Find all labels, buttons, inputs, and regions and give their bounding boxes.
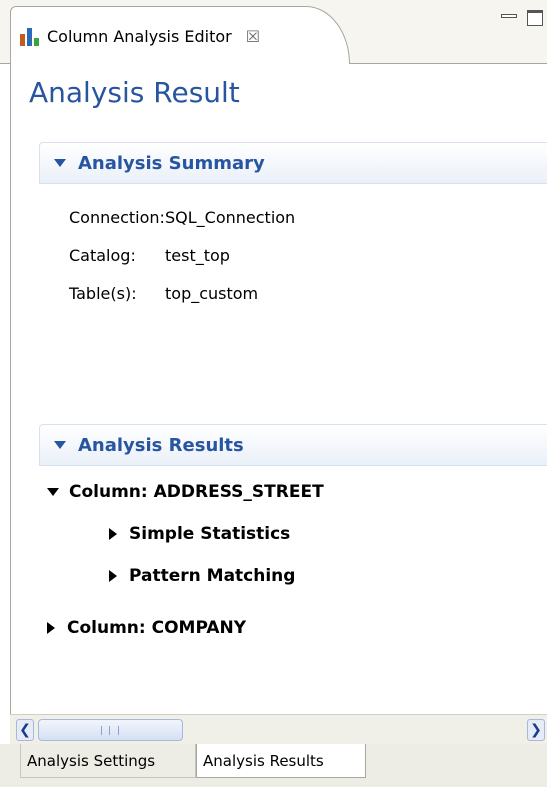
summary-key: Table(s):	[69, 283, 137, 303]
summary-key: Connection:	[69, 207, 165, 227]
bottom-tabbar: Analysis Settings Analysis Results	[0, 744, 547, 787]
tree-item-column-address-street[interactable]: Column: ADDRESS_STREET	[47, 482, 324, 502]
analysis-summary-section: Analysis Summary Connection: SQL_Connect…	[39, 142, 547, 312]
collapse-arrow-icon[interactable]	[54, 441, 66, 449]
expand-arrow-icon[interactable]	[47, 622, 55, 634]
summary-value: SQL_Connection	[165, 207, 296, 227]
analysis-results-header[interactable]: Analysis Results	[39, 424, 547, 466]
expand-arrow-icon[interactable]	[109, 528, 117, 540]
bar-chart-icon	[19, 26, 41, 48]
minimize-icon[interactable]	[501, 14, 517, 18]
expand-arrow-icon[interactable]	[47, 488, 59, 496]
tree-item-label: Column: ADDRESS_STREET	[69, 482, 324, 502]
grip-icon	[101, 726, 119, 735]
tree-item-simple-statistics[interactable]: Simple Statistics	[109, 524, 290, 544]
tab-label: Column Analysis Editor	[47, 27, 232, 46]
section-title: Analysis Results	[78, 434, 244, 456]
editor-tabbar: Column Analysis Editor ☒	[0, 0, 547, 66]
maximize-icon[interactable]	[527, 10, 543, 26]
summary-row-tables: Table(s): top_custom	[39, 274, 547, 312]
close-icon[interactable]: ☒	[246, 27, 260, 46]
tree-item-label: Pattern Matching	[129, 566, 296, 586]
tree-item-pattern-matching[interactable]: Pattern Matching	[109, 566, 295, 586]
section-title: Analysis Summary	[78, 152, 265, 174]
analysis-results-section: Analysis Results Column: ADDRESS_STREET …	[39, 424, 547, 684]
tree-item-column-company[interactable]: Column: COMPANY	[47, 618, 246, 638]
summary-body: Connection: SQL_Connection Catalog: test…	[39, 184, 547, 312]
tab-analysis-results[interactable]: Analysis Results	[196, 744, 366, 778]
summary-row-catalog: Catalog: test_top	[39, 236, 547, 274]
tree-item-label: Column: COMPANY	[67, 618, 247, 638]
scrollbar-thumb[interactable]	[38, 719, 183, 741]
summary-value: test_top	[165, 245, 230, 265]
summary-row-connection: Connection: SQL_Connection	[39, 198, 547, 236]
summary-value: top_custom	[165, 283, 259, 303]
horizontal-scrollbar[interactable]: ❮ ❯	[10, 714, 547, 744]
tab-analysis-settings[interactable]: Analysis Settings	[20, 744, 196, 778]
collapse-arrow-icon[interactable]	[54, 159, 66, 167]
tab-label: Analysis Settings	[27, 751, 156, 770]
scroll-left-icon[interactable]: ❮	[16, 719, 34, 741]
page-title: Analysis Result	[29, 76, 240, 109]
tree-item-label: Simple Statistics	[129, 524, 291, 544]
tab-column-analysis-editor[interactable]: Column Analysis Editor ☒	[10, 6, 350, 66]
editor-content: Analysis Result Analysis Summary Connect…	[10, 64, 547, 714]
expand-arrow-icon[interactable]	[109, 570, 117, 582]
analysis-summary-header[interactable]: Analysis Summary	[39, 142, 547, 184]
scroll-right-icon[interactable]: ❯	[527, 719, 545, 741]
tab-label: Analysis Results	[203, 751, 324, 770]
summary-key: Catalog:	[69, 245, 136, 265]
